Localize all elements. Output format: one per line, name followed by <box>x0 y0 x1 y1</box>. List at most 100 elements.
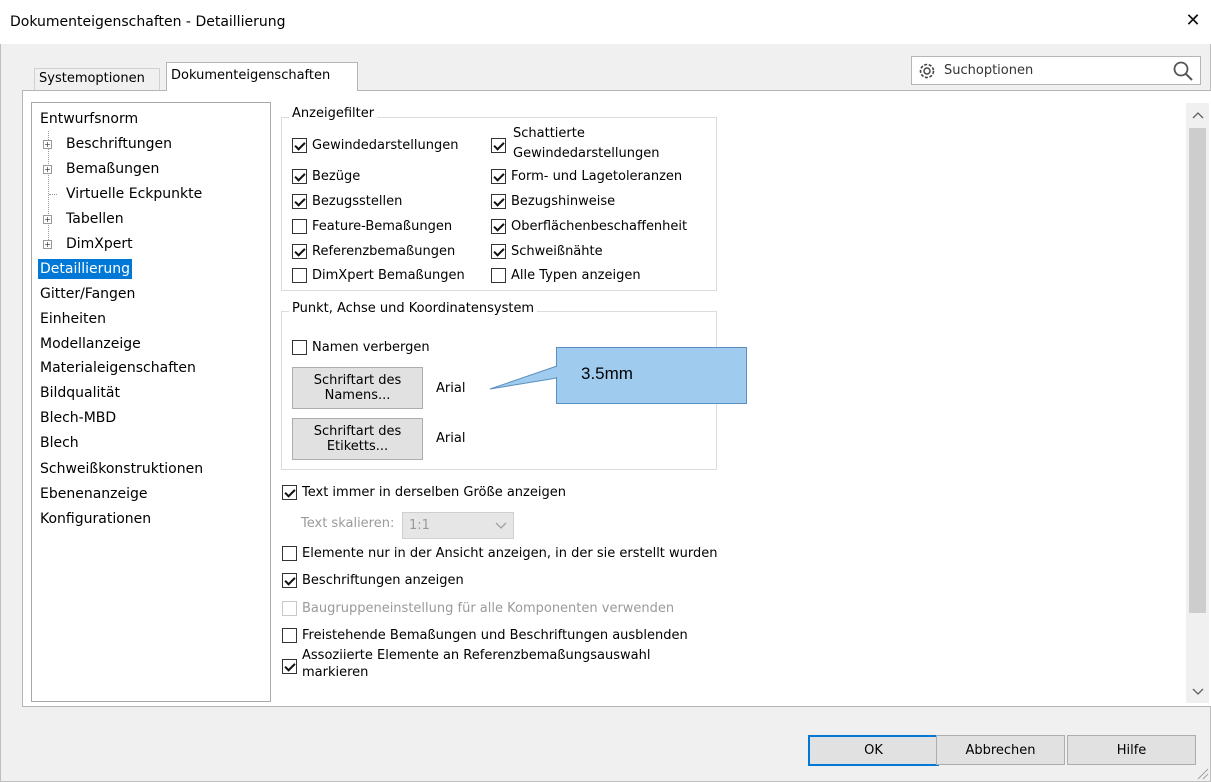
checkbox-label: Beschriftungen anzeigen <box>302 572 464 588</box>
checkbox-label: Schattierte <box>513 126 585 141</box>
checkbox-box[interactable] <box>292 168 307 184</box>
tree-item-entwurfsnorm[interactable]: Entwurfsnorm <box>40 109 138 129</box>
scroll-thumb[interactable] <box>1189 128 1206 613</box>
checkbox-label: Namen verbergen <box>312 339 430 355</box>
checkbox-dimxpert-bemassungen[interactable]: DimXpert Bemaßungen <box>292 265 465 285</box>
expand-icon[interactable]: + <box>43 240 52 249</box>
checkbox-box[interactable] <box>282 484 297 500</box>
tree-connector-line <box>49 194 57 195</box>
tree-item-detaillierung[interactable]: Detaillierung <box>38 259 133 279</box>
name-font-value: Arial <box>436 381 466 396</box>
checkbox-box[interactable] <box>282 658 297 674</box>
checkbox-feature-bemassungen[interactable]: Feature-Bemaßungen <box>292 216 452 236</box>
checkbox-box[interactable] <box>282 600 297 616</box>
checkbox-label: Assoziierte Elemente an Referenzbemaßung… <box>302 648 651 663</box>
vertical-scrollbar[interactable] <box>1186 103 1209 703</box>
expand-icon[interactable]: + <box>43 140 52 149</box>
ok-button[interactable]: OK <box>808 735 939 766</box>
tree-item-materialeigenschaften[interactable]: Materialeigenschaften <box>40 358 196 378</box>
scroll-down-icon[interactable] <box>1190 685 1205 700</box>
checkbox-schattierte-gewindedarstellungen[interactable] <box>491 135 511 155</box>
checkbox-box[interactable] <box>491 168 506 184</box>
checkbox-text-same-size[interactable]: Text immer in derselben Größe anzeigen <box>282 482 566 502</box>
tree-item-bildqualitaet[interactable]: Bildqualität <box>40 383 120 403</box>
resize-grip-icon[interactable] <box>1195 766 1209 780</box>
checkbox-schweissnaehte[interactable]: Schweißnähte <box>491 241 603 261</box>
checkbox-box[interactable] <box>491 243 506 259</box>
tree-item-blech[interactable]: Blech <box>40 433 79 453</box>
checkbox-label: Bezugshinweise <box>511 193 616 209</box>
anzeigefilter-title: Anzeigefilter <box>289 106 378 121</box>
window-title: Dokumenteigenschaften - Detaillierung <box>10 14 286 30</box>
checkbox-box[interactable] <box>292 137 307 153</box>
search-input[interactable]: Suchoptionen <box>911 56 1201 85</box>
checkbox-alle-typen[interactable]: Alle Typen anzeigen <box>491 265 641 285</box>
checkbox-gewindedarstellungen[interactable]: Gewindedarstellungen <box>292 135 458 155</box>
expand-icon[interactable]: + <box>43 165 52 174</box>
search-icon[interactable] <box>1172 60 1194 82</box>
checkbox-box[interactable] <box>491 267 506 283</box>
punkt-achse-title: Punkt, Achse und Koordinatensystem <box>289 301 538 316</box>
checkbox-label-line2: Gewindedarstellungen <box>513 146 660 161</box>
checkbox-hide-dangling[interactable]: Freistehende Bemaßungen und Beschriftung… <box>282 625 688 645</box>
tree-item-virtuelle-eckpunkte[interactable]: Virtuelle Eckpunkte <box>66 184 202 204</box>
tree-item-ebenenanzeige[interactable]: Ebenenanzeige <box>40 484 148 504</box>
button-label-line2: Namens... <box>324 388 391 403</box>
callout-annotation: 3.5mm <box>556 347 747 404</box>
expand-icon[interactable]: + <box>43 215 52 224</box>
tree-item-gitter-fangen[interactable]: Gitter/Fangen <box>40 284 135 304</box>
checkbox-show-annotations[interactable]: Beschriftungen anzeigen <box>282 570 464 590</box>
checkbox-box[interactable] <box>491 137 506 153</box>
checkbox-bezugshinweise[interactable]: Bezugshinweise <box>491 191 615 211</box>
scroll-up-icon[interactable] <box>1190 108 1205 123</box>
checkbox-associated[interactable] <box>282 656 302 676</box>
checkbox-box[interactable] <box>292 339 307 355</box>
tab-systemoptionen[interactable]: Systemoptionen <box>34 68 160 90</box>
checkbox-bezuege[interactable]: Bezüge <box>292 166 360 186</box>
tree-item-bemassungen[interactable]: Bemaßungen <box>66 159 159 179</box>
checkbox-label-line2: markieren <box>302 665 369 680</box>
checkbox-form-lagetoleranzen[interactable]: Form- und Lagetoleranzen <box>491 166 682 186</box>
checkbox-label: Bezüge <box>312 168 361 184</box>
tree-item-konfigurationen[interactable]: Konfigurationen <box>40 509 151 529</box>
checkbox-referenzbemassungen[interactable]: Referenzbemaßungen <box>292 241 455 261</box>
checkbox-label: Baugruppeneinstellung für alle Komponent… <box>302 600 675 616</box>
checkbox-label: Gewindedarstellungen <box>312 137 459 153</box>
tree-item-schweisskonstruktionen[interactable]: Schweißkonstruktionen <box>40 459 203 479</box>
cancel-button[interactable]: Abbrechen <box>936 735 1065 765</box>
close-button[interactable]: ✕ <box>1182 10 1204 32</box>
label-font-button[interactable]: Schriftart des Etiketts... <box>292 418 423 460</box>
checkbox-label: DimXpert Bemaßungen <box>312 267 465 283</box>
checkbox-box[interactable] <box>282 545 297 561</box>
checkbox-box[interactable] <box>491 193 506 209</box>
search-placeholder: Suchoptionen <box>944 63 1034 78</box>
checkbox-label: Bezugsstellen <box>312 193 403 209</box>
checkbox-bezugsstellen[interactable]: Bezugsstellen <box>292 191 402 211</box>
gear-icon <box>919 63 935 79</box>
tab-dokumenteigenschaften[interactable]: Dokumenteigenschaften <box>166 62 358 91</box>
text-scale-value: 1:1 <box>409 518 430 533</box>
checkbox-box[interactable] <box>282 572 297 588</box>
checkbox-box[interactable] <box>292 193 307 209</box>
tree-item-dimxpert[interactable]: DimXpert <box>66 234 133 254</box>
help-button[interactable]: Hilfe <box>1067 735 1196 765</box>
name-font-button[interactable]: Schriftart des Namens... <box>292 367 423 409</box>
checkbox-oberflaechenbeschaffenheit[interactable]: Oberflächenbeschaffenheit <box>491 216 687 236</box>
text-scale-select[interactable]: 1:1 <box>402 512 514 539</box>
checkbox-box[interactable] <box>292 218 307 234</box>
checkbox-only-in-view[interactable]: Elemente nur in der Ansicht anzeigen, in… <box>282 543 718 563</box>
button-label-line1: Schriftart des <box>313 424 402 439</box>
checkbox-assembly-setting[interactable]: Baugruppeneinstellung für alle Komponent… <box>282 598 674 618</box>
tree-item-modellanzeige[interactable]: Modellanzeige <box>40 334 141 354</box>
checkbox-box[interactable] <box>282 627 297 643</box>
tree-item-tabellen[interactable]: Tabellen <box>66 209 124 229</box>
checkbox-box[interactable] <box>491 218 506 234</box>
tree-item-einheiten[interactable]: Einheiten <box>40 309 106 329</box>
tree-item-blech-mbd[interactable]: Blech-MBD <box>40 408 116 428</box>
checkbox-namen-verbergen[interactable]: Namen verbergen <box>292 337 430 357</box>
checkbox-label: Elemente nur in der Ansicht anzeigen, in… <box>302 545 718 561</box>
tree-item-beschriftungen[interactable]: Beschriftungen <box>66 134 172 154</box>
checkbox-box[interactable] <box>292 267 307 283</box>
checkbox-box[interactable] <box>292 243 307 259</box>
checkbox-label: Alle Typen anzeigen <box>511 267 641 283</box>
